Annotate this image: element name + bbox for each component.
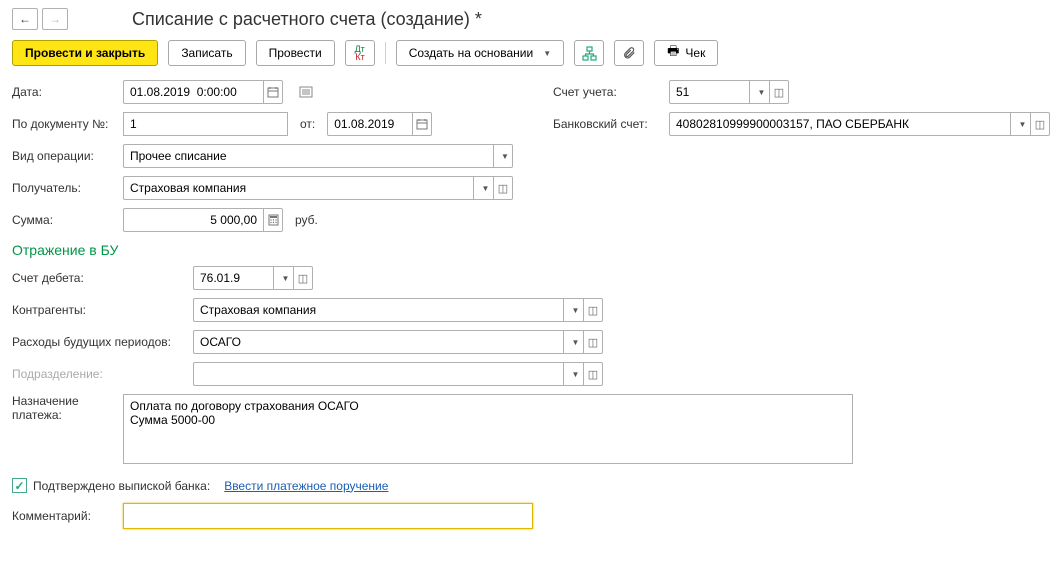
post-button[interactable]: Провести (256, 40, 335, 66)
calculator-icon[interactable] (263, 208, 283, 232)
date-input[interactable] (123, 80, 263, 104)
rbp-dropdown[interactable]: ▼ (563, 330, 583, 354)
contr-dropdown[interactable]: ▼ (563, 298, 583, 322)
subdiv-label: Подразделение: (12, 367, 187, 381)
dtkt-icon: ДтКт (355, 45, 365, 61)
rbp-open[interactable]: ◫ (583, 330, 603, 354)
post-and-close-button[interactable]: Провести и закрыть (12, 40, 158, 66)
purpose-label: Назначение платежа: (12, 394, 117, 422)
arrow-left-icon: ← (19, 12, 31, 26)
subdiv-input[interactable] (193, 362, 563, 386)
structure-button[interactable] (574, 40, 604, 66)
section-title: Отражение в БУ (12, 242, 1050, 258)
create-based-on-button[interactable]: Создать на основании ▼ (396, 40, 564, 66)
arrow-right-icon: → (49, 12, 61, 26)
recipient-open[interactable]: ◫ (493, 176, 513, 200)
currency-label: руб. (295, 213, 318, 227)
bank-dropdown[interactable]: ▼ (1010, 112, 1030, 136)
recipient-label: Получатель: (12, 181, 117, 195)
create-payment-order-link[interactable]: Ввести платежное поручение (224, 479, 388, 493)
account-dropdown[interactable]: ▼ (749, 80, 769, 104)
debit-dropdown[interactable]: ▼ (273, 266, 293, 290)
debit-input[interactable] (193, 266, 273, 290)
contr-input[interactable] (193, 298, 563, 322)
comment-input[interactable] (123, 503, 533, 529)
account-label: Счет учета: (553, 85, 663, 99)
account-input[interactable] (669, 80, 749, 104)
docnum-input[interactable] (123, 112, 288, 136)
structure-icon (582, 46, 597, 61)
page-title: Списание с расчетного счета (создание) * (132, 9, 482, 30)
confirmed-label: Подтверждено выпиской банка: (33, 479, 210, 493)
purpose-textarea[interactable] (123, 394, 853, 464)
recipient-input[interactable] (123, 176, 473, 200)
attachments-button[interactable] (614, 40, 644, 66)
docnum-label: По документу №: (12, 117, 117, 131)
date-label: Дата: (12, 85, 117, 99)
docnum-from-input[interactable] (327, 112, 412, 136)
dtkt-button[interactable]: ДтКт (345, 40, 375, 66)
rbp-input[interactable] (193, 330, 563, 354)
comment-label: Комментарий: (12, 509, 117, 523)
debit-label: Счет дебета: (12, 271, 187, 285)
optype-dropdown[interactable]: ▼ (493, 144, 513, 168)
save-button[interactable]: Записать (168, 40, 245, 66)
nav-back-button[interactable]: ← (12, 8, 38, 30)
bank-account-input[interactable] (669, 112, 1010, 136)
calendar-icon-2[interactable] (412, 112, 432, 136)
toolbar: Провести и закрыть Записать Провести ДтК… (12, 40, 1050, 66)
sum-label: Сумма: (12, 213, 117, 227)
subdiv-open[interactable]: ◫ (583, 362, 603, 386)
receipt-button[interactable]: 🖶 Чек (654, 40, 718, 66)
toolbar-separator (385, 42, 386, 64)
paperclip-icon (622, 46, 636, 60)
calendar-icon[interactable] (263, 80, 283, 104)
account-open[interactable]: ◫ (769, 80, 789, 104)
confirmed-checkbox[interactable]: ✓ (12, 478, 27, 493)
list-icon[interactable] (299, 86, 313, 98)
debit-open[interactable]: ◫ (293, 266, 313, 290)
sum-input[interactable] (123, 208, 263, 232)
rbp-label: Расходы будущих периодов: (12, 335, 187, 349)
contr-open[interactable]: ◫ (583, 298, 603, 322)
contr-label: Контрагенты: (12, 303, 187, 317)
optype-label: Вид операции: (12, 149, 117, 163)
optype-input[interactable] (123, 144, 493, 168)
recipient-dropdown[interactable]: ▼ (473, 176, 493, 200)
chevron-down-icon: ▼ (543, 49, 551, 58)
printer-icon: 🖶 (667, 42, 679, 64)
subdiv-dropdown[interactable]: ▼ (563, 362, 583, 386)
nav-forward-button[interactable]: → (42, 8, 68, 30)
bank-account-label: Банковский счет: (553, 117, 663, 131)
bank-open[interactable]: ◫ (1030, 112, 1050, 136)
docnum-from-label: от: (300, 117, 315, 131)
